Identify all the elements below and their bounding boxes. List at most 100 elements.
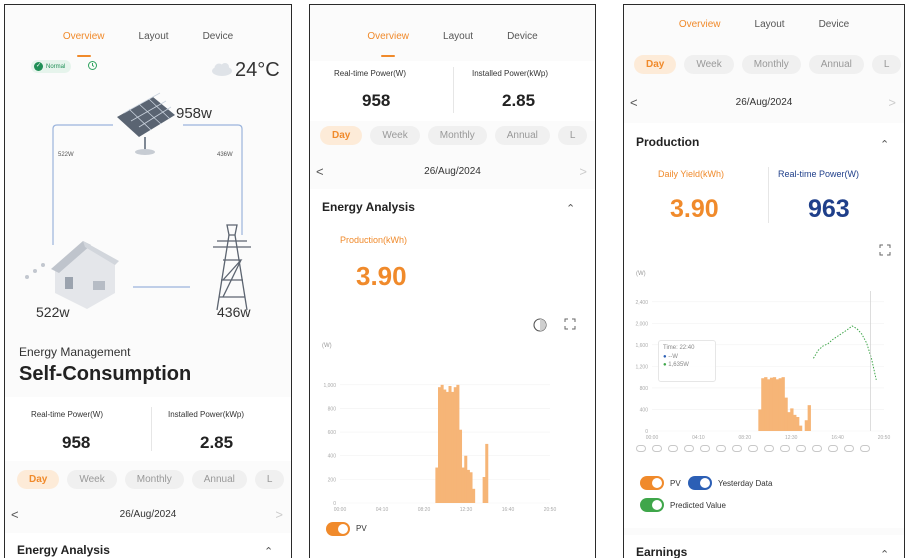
period-monthly[interactable]: Monthly <box>427 126 487 145</box>
grid-power-value: 436w <box>217 304 251 320</box>
pv-bar <box>459 429 463 503</box>
period-annual[interactable]: Annual <box>191 470 247 489</box>
pv-toggle[interactable] <box>640 476 664 490</box>
pv-bar <box>807 405 811 431</box>
prev-date-button[interactable]: < <box>630 95 638 110</box>
top-tabs: Overview Layout Device <box>310 5 595 49</box>
pv-bar <box>485 443 489 503</box>
pv-bar <box>443 389 447 503</box>
period-lifetime[interactable]: L <box>557 126 588 145</box>
period-monthly[interactable]: Monthly <box>124 470 184 489</box>
yesterday-toggle[interactable] <box>688 476 712 490</box>
y-tick-label: 200 <box>328 477 337 483</box>
period-week[interactable]: Week <box>67 470 117 489</box>
date-label: 26/Aug/2024 <box>119 508 177 520</box>
cloud-icon <box>700 445 710 452</box>
period-lifetime[interactable]: L <box>254 470 285 489</box>
pv-legend-label: PV <box>356 524 367 533</box>
predicted-line <box>813 325 877 380</box>
top-tabs: Overview Layout Device <box>5 5 291 49</box>
y-tick-label: 1,200 <box>635 364 648 370</box>
pv-bar <box>796 417 800 431</box>
period-selector: Day Week Monthly Annual L <box>320 126 588 145</box>
pv-legend-label: PV <box>670 479 681 488</box>
earnings-title: Earnings <box>636 545 688 558</box>
energy-analysis-title: Energy Analysis <box>322 200 415 214</box>
pv-bar <box>482 477 486 503</box>
next-date-button[interactable]: > <box>579 164 587 179</box>
pv-to-house-line <box>52 124 113 245</box>
theme-icon[interactable] <box>532 317 548 333</box>
tab-overview[interactable]: Overview <box>679 19 721 49</box>
tab-layout[interactable]: Layout <box>755 19 785 49</box>
expand-icon[interactable]: ⌃ <box>880 548 889 558</box>
tooltip-predicted-row: ● 1,635W <box>663 362 689 369</box>
date-label: 26/Aug/2024 <box>424 165 481 177</box>
y-tick-label: 800 <box>640 386 649 392</box>
installed-power-value: 2.85 <box>502 91 536 110</box>
tooltip-time: Time: 22:40 <box>663 345 695 351</box>
cloud-icon <box>828 445 838 452</box>
cloud-icon <box>684 445 694 452</box>
screenshot-stage: Overview Layout Device ✓ Normal 24°C 958… <box>0 0 909 558</box>
phone-screen-production: Overview Layout Device Day Week Monthly … <box>623 4 905 558</box>
realtime-power-label: Real-time Power(W) <box>31 410 104 419</box>
pv-bar <box>448 386 452 503</box>
period-day[interactable]: Day <box>320 126 363 145</box>
collapse-icon[interactable]: ⌃ <box>566 202 575 215</box>
x-tick-label: 00:00 <box>334 507 347 513</box>
x-tick-label: 00:00 <box>646 435 659 441</box>
period-monthly[interactable]: Monthly <box>741 55 801 74</box>
tab-layout[interactable]: Layout <box>443 31 473 49</box>
production-value: 3.90 <box>356 261 407 291</box>
fullscreen-icon[interactable] <box>563 317 577 331</box>
pv-bar <box>440 384 444 503</box>
period-annual[interactable]: Annual <box>808 55 864 74</box>
collapse-icon[interactable]: ⌃ <box>264 545 273 558</box>
tab-device[interactable]: Device <box>819 19 850 49</box>
tab-layout[interactable]: Layout <box>139 31 169 49</box>
pv-bar <box>784 397 788 431</box>
cloud-icon <box>796 445 806 452</box>
period-day[interactable]: Day <box>634 55 677 74</box>
house-power-value: 522w <box>36 304 70 320</box>
x-tick-label: 04:10 <box>692 435 705 441</box>
power-tower-icon <box>213 224 251 311</box>
tab-overview[interactable]: Overview <box>63 31 105 49</box>
cloud-icon <box>668 445 678 452</box>
predicted-toggle[interactable] <box>640 498 664 512</box>
tab-overview[interactable]: Overview <box>367 31 409 49</box>
cloud-icon <box>780 445 790 452</box>
cloud-icon <box>748 445 758 452</box>
next-date-button[interactable]: > <box>275 507 283 522</box>
pv-bar <box>438 387 442 503</box>
energy-management-label: Energy Management <box>19 345 131 359</box>
period-week[interactable]: Week <box>370 126 420 145</box>
check-icon: ✓ <box>34 62 43 71</box>
pv-bar <box>445 391 449 503</box>
period-annual[interactable]: Annual <box>494 126 550 145</box>
collapse-icon[interactable]: ⌃ <box>880 138 889 151</box>
period-lifetime[interactable]: L <box>871 55 902 74</box>
x-tick-label: 12:30 <box>460 507 473 513</box>
pv-toggle[interactable] <box>326 522 350 536</box>
tab-device[interactable]: Device <box>203 31 234 49</box>
pv-power-value: 958w <box>176 105 212 122</box>
top-tabs: Overview Layout Device <box>624 5 904 49</box>
energy-flow-diagram <box>25 92 251 311</box>
chart-unit: (W) <box>322 343 332 349</box>
divider <box>151 407 152 451</box>
tab-device[interactable]: Device <box>507 31 538 49</box>
installed-power-label: Installed Power(kWp) <box>168 410 245 419</box>
pv-bar <box>456 384 460 503</box>
prev-date-button[interactable]: < <box>11 507 19 522</box>
refresh-icon[interactable] <box>87 60 98 71</box>
fullscreen-icon[interactable] <box>878 243 892 257</box>
cloud-icon <box>212 63 232 76</box>
next-date-button[interactable]: > <box>888 95 896 110</box>
y-tick-label: 400 <box>640 407 649 413</box>
period-day[interactable]: Day <box>17 470 60 489</box>
period-week[interactable]: Week <box>684 55 734 74</box>
prev-date-button[interactable]: < <box>316 164 324 179</box>
weather-row <box>636 445 870 452</box>
